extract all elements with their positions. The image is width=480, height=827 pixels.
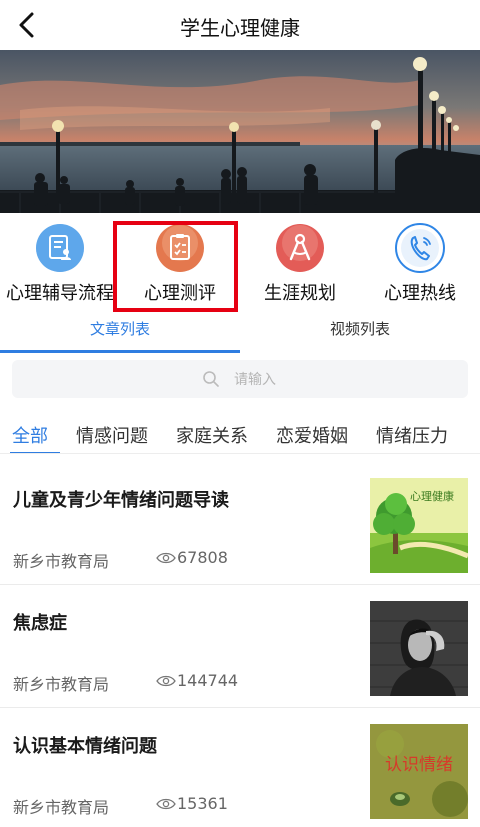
divider bbox=[0, 453, 480, 454]
category-family[interactable]: 家庭关系 bbox=[176, 422, 248, 448]
view-count: 67808 bbox=[177, 548, 228, 567]
category-emotional[interactable]: 情感问题 bbox=[76, 422, 148, 448]
category-love-marriage[interactable]: 恋爱婚姻 bbox=[276, 422, 348, 448]
thumb-text: 认识情绪 bbox=[385, 755, 453, 775]
article-title: 认识基本情绪问题 bbox=[13, 736, 157, 757]
article-views: 144744 bbox=[156, 671, 238, 690]
phone-icon bbox=[395, 223, 445, 273]
article-views: 15361 bbox=[156, 794, 228, 813]
article-source: 新乡市教育局 bbox=[13, 798, 110, 817]
article-thumbnail: 认识情绪 bbox=[370, 724, 468, 819]
article-source: 新乡市教育局 bbox=[13, 675, 110, 694]
article-thumbnail bbox=[370, 601, 468, 696]
category-stress[interactable]: 情绪压力 bbox=[376, 422, 448, 448]
menu-item-career-planning[interactable]: 生涯规划 bbox=[240, 213, 360, 313]
eye-icon bbox=[156, 675, 176, 687]
view-count: 15361 bbox=[177, 794, 228, 813]
menu-item-assessment[interactable]: 心理测评 bbox=[120, 213, 240, 313]
menu-item-hotline[interactable]: 心理热线 bbox=[360, 213, 480, 313]
article-views: 67808 bbox=[156, 548, 228, 567]
search-placeholder: 请输入 bbox=[234, 372, 276, 388]
page-title: 学生心理健康 bbox=[180, 16, 300, 40]
tab-indicator bbox=[0, 350, 240, 353]
top-bar: 学生心理健康 bbox=[0, 0, 480, 50]
article-title: 焦虑症 bbox=[13, 613, 67, 634]
eye-icon bbox=[156, 798, 176, 810]
menu-item-counseling-process[interactable]: 心理辅导流程 bbox=[0, 213, 120, 313]
search-input[interactable]: 请输入 bbox=[12, 360, 468, 398]
search-icon bbox=[203, 371, 219, 387]
article-thumbnail: 心理健康 bbox=[370, 478, 468, 573]
article-item[interactable]: 儿童及青少年情绪问题导读 新乡市教育局 67808 心理健康 bbox=[0, 462, 480, 585]
eye-icon bbox=[156, 552, 176, 564]
thumb-text: 心理健康 bbox=[410, 489, 454, 503]
menu-label: 生涯规划 bbox=[264, 283, 336, 304]
category-all[interactable]: 全部 bbox=[12, 422, 48, 448]
article-item[interactable]: 认识基本情绪问题 新乡市教育局 15361 认识情绪 bbox=[0, 708, 480, 827]
article-item[interactable]: 焦虑症 新乡市教育局 144744 bbox=[0, 585, 480, 708]
tab-videos[interactable]: 视频列表 bbox=[240, 313, 480, 353]
menu-label: 心理热线 bbox=[384, 283, 456, 304]
quick-menu: 心理辅导流程 心理测评 生涯规划 心理热线 bbox=[0, 213, 480, 313]
tab-articles[interactable]: 文章列表 bbox=[0, 313, 240, 353]
category-tabs: 全部 情感问题 家庭关系 恋爱婚姻 情绪压力 bbox=[0, 414, 480, 454]
view-count: 144744 bbox=[177, 671, 239, 690]
menu-label: 心理辅导流程 bbox=[6, 283, 114, 304]
compass-icon bbox=[275, 223, 325, 273]
article-title: 儿童及青少年情绪问题导读 bbox=[13, 490, 229, 511]
content-tabs: 文章列表 视频列表 bbox=[0, 313, 480, 353]
clipboard-person-icon bbox=[35, 223, 85, 273]
article-source: 新乡市教育局 bbox=[13, 552, 110, 571]
checklist-icon bbox=[155, 223, 205, 273]
banner-image bbox=[0, 50, 480, 213]
menu-label: 心理测评 bbox=[144, 283, 216, 304]
